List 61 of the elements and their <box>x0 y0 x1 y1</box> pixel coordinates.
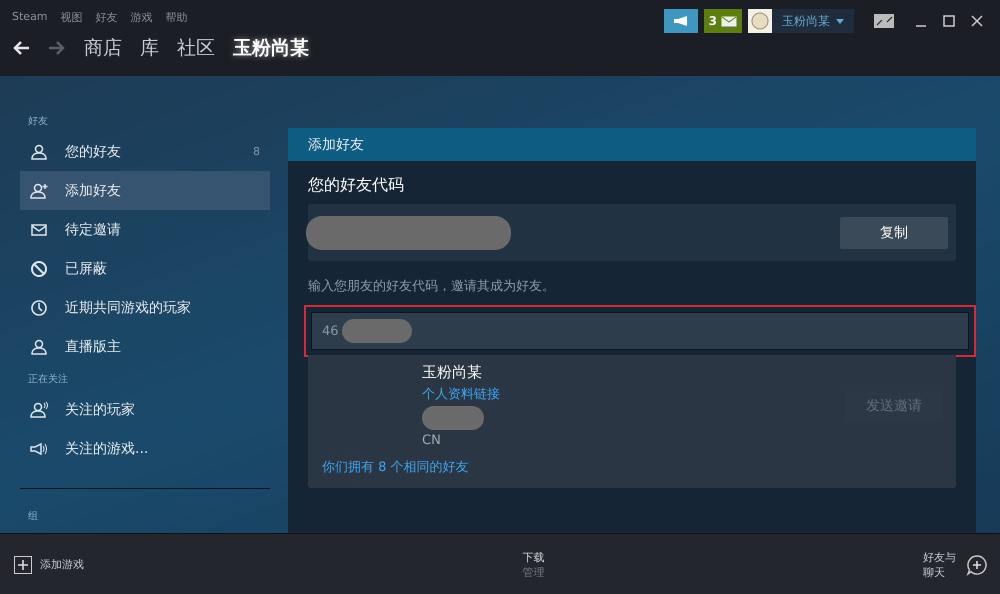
friends-chat-label[interactable]: 好友与 <box>923 550 956 564</box>
friend-count: 8 <box>253 145 260 158</box>
redaction-mark <box>342 319 412 343</box>
nav-tab[interactable]: 库 <box>140 35 159 61</box>
sidebar-item[interactable]: 关注的玩家 <box>20 390 270 429</box>
mutual-friends-link[interactable]: 你们拥有 8 个相同的好友 <box>322 458 942 476</box>
nav-tab[interactable]: 商店 <box>84 35 122 61</box>
section-heading: 您的好友代码 <box>308 175 405 196</box>
item-label: 待定邀请 <box>65 220 122 238</box>
item-label: 添加好友 <box>65 182 122 200</box>
person-sound-icon <box>30 400 48 418</box>
fullscreen-icon[interactable] <box>874 14 894 28</box>
plus-icon <box>14 556 32 574</box>
sidebar-item[interactable]: 已屏蔽 <box>20 249 270 288</box>
copy-button[interactable]: 复制 <box>840 216 948 248</box>
section-heading: 好友 <box>27 115 49 129</box>
manage-label: 管理 <box>522 564 544 580</box>
back-arrow-icon[interactable] <box>12 40 30 56</box>
menu-item[interactable]: Steam <box>12 10 48 25</box>
add-person-icon <box>30 182 48 200</box>
caret-icon <box>836 18 844 24</box>
megaphone-icon[interactable] <box>664 9 698 33</box>
sidebar-item[interactable]: 近期共同游戏的玩家 <box>20 288 270 327</box>
add-game-button[interactable]: 添加游戏 <box>14 556 84 574</box>
menu-item[interactable]: 视图 <box>60 10 83 25</box>
section-heading: 正在关注 <box>27 372 69 387</box>
forward-arrow-icon[interactable] <box>48 40 66 56</box>
friends-chat-label[interactable]: 聊天 <box>923 564 956 580</box>
sidebar-item[interactable]: 直播版主 <box>20 327 270 366</box>
person-icon <box>30 338 48 356</box>
panel-header: 添加好友 <box>288 128 976 161</box>
menu-item[interactable]: 游戏 <box>130 10 153 25</box>
envelope-icon <box>721 16 737 26</box>
nav-tab[interactable]: 社区 <box>177 35 215 61</box>
sidebar-item[interactable]: 添加好友 <box>20 171 270 210</box>
item-label: 您的好友 <box>65 142 122 160</box>
item-label: 已屏蔽 <box>65 260 108 278</box>
person-icon <box>30 142 48 160</box>
country-code: CN <box>422 433 442 448</box>
instruction-text: 输入您朋友的好友代码，邀请其成为好友。 <box>308 278 556 295</box>
notification-button[interactable]: 3 <box>704 9 742 33</box>
user-name: 玉粉尚某 <box>422 363 483 382</box>
sidebar-item[interactable]: 待定邀请 <box>20 210 270 249</box>
item-label: 近期共同游戏的玩家 <box>65 298 192 316</box>
redaction-mark <box>422 406 484 430</box>
nav-tab[interactable]: 玉粉尚某 <box>233 35 309 61</box>
blocked-icon <box>30 260 48 278</box>
menu-item[interactable]: 帮助 <box>166 10 188 25</box>
user-menu[interactable]: 玉粉尚某 <box>772 9 854 33</box>
menu-item[interactable]: 好友 <box>96 10 118 25</box>
item-label: 关注的玩家 <box>65 400 136 418</box>
chat-add-icon[interactable] <box>966 554 988 576</box>
clock-icon <box>30 298 48 316</box>
downloads-link[interactable]: 下载 <box>522 550 544 564</box>
profile-link[interactable]: 个人资料链接 <box>422 385 500 403</box>
friend-code-input[interactable]: 46 <box>311 312 969 350</box>
sidebar-item[interactable]: 关注的游戏... <box>20 429 270 468</box>
sidebar-item[interactable]: 您的好友 8 <box>20 132 270 171</box>
section-heading: 组 <box>27 510 39 524</box>
item-label: 关注的游戏... <box>65 440 150 458</box>
item-label: 直播版主 <box>65 338 122 356</box>
